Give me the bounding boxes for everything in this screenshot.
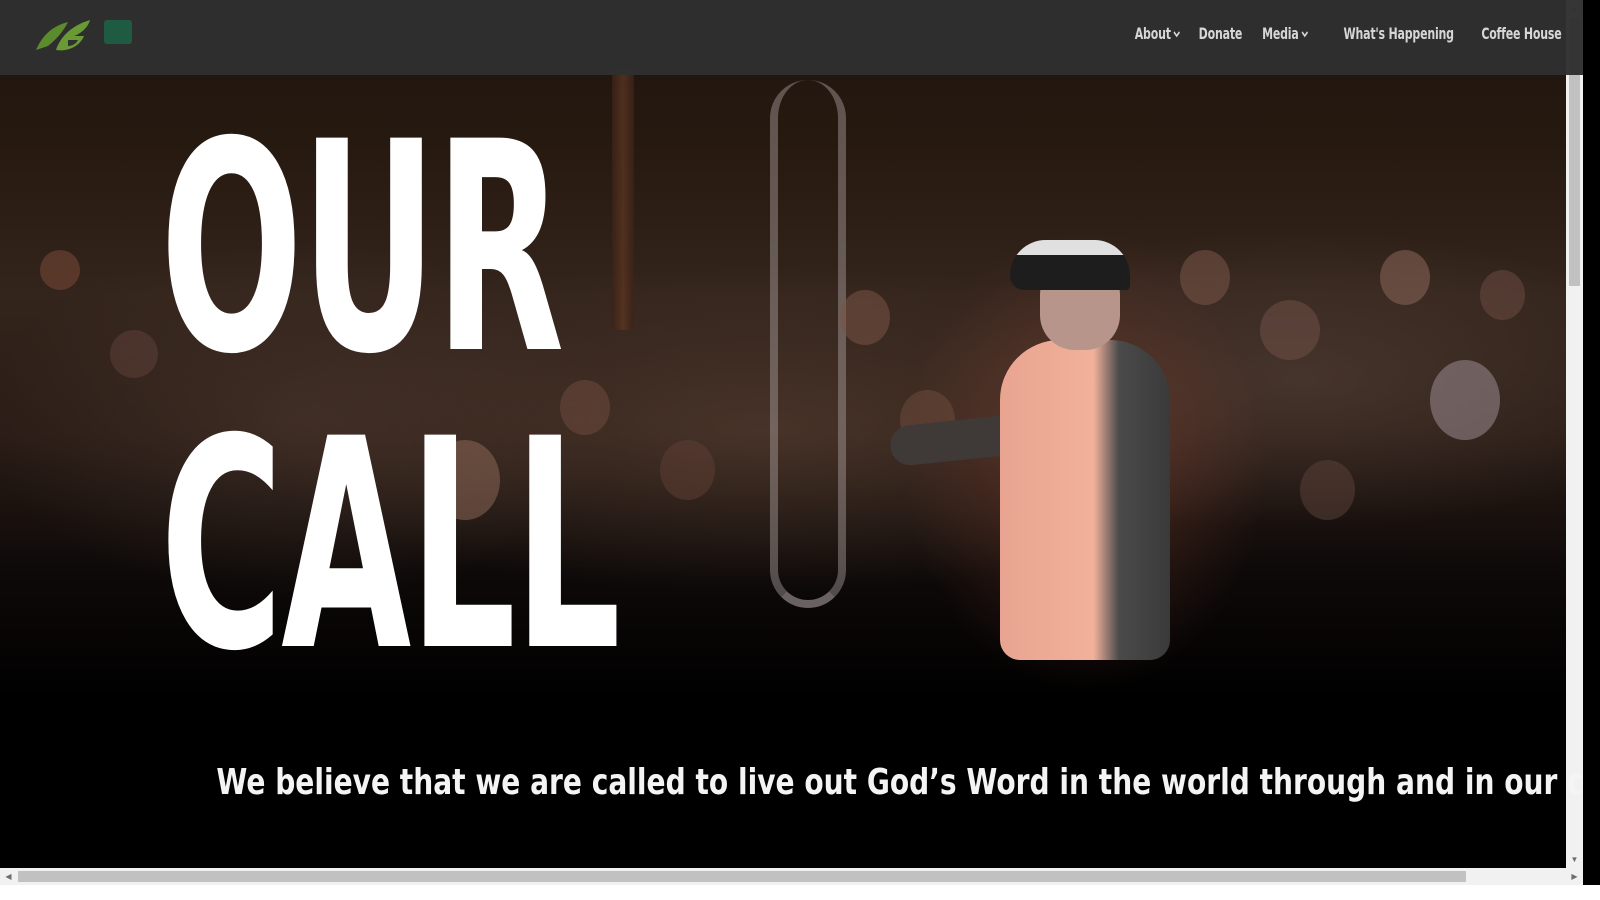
crowd-figure: [1430, 360, 1500, 440]
speaker-cap: [1010, 240, 1130, 290]
speaker-torso: [1000, 340, 1170, 660]
nav-media-label: Media: [1261, 24, 1298, 43]
scroll-left-arrow-icon[interactable]: ◀: [0, 868, 17, 885]
crowd-figure: [660, 440, 715, 500]
nav-about-label: About: [1134, 24, 1171, 43]
headline-line-1: OUR: [160, 81, 564, 418]
nav-donate-label: Donate: [1198, 24, 1243, 43]
crowd-figure: [1300, 460, 1355, 520]
tagline: We believe that we are called to live ou…: [0, 762, 1583, 803]
crowd-figure: [1380, 250, 1430, 305]
crowd-figure: [1480, 270, 1525, 320]
nav-about[interactable]: About: [1134, 24, 1180, 43]
rigging-hook: [770, 80, 846, 608]
nav-whats-happening-label: What's Happening: [1342, 24, 1454, 43]
crowd-figure: [1180, 250, 1230, 305]
crowd-figure: [1260, 300, 1320, 360]
horizontal-scroll-thumb[interactable]: [18, 871, 1466, 882]
main-nav: About Donate Media What's Happening Coff…: [1052, 24, 1561, 43]
horizontal-scrollbar[interactable]: ◀ ▶: [0, 868, 1583, 885]
scroll-down-arrow-icon[interactable]: ▼: [1566, 851, 1583, 868]
nav-media[interactable]: Media: [1261, 24, 1308, 43]
crowd-figure: [840, 290, 890, 345]
nav-whats-happening[interactable]: What's Happening: [1342, 24, 1454, 43]
top-navbar: About Donate Media What's Happening Coff…: [0, 0, 1583, 75]
nav-coffee-house-label: Coffee House: [1480, 24, 1561, 43]
nav-coffee-house[interactable]: Coffee House: [1481, 24, 1561, 43]
page-viewport: About Donate Media What's Happening Coff…: [0, 0, 1583, 868]
window-bottom-edge: [0, 885, 1600, 900]
chevron-down-icon: [1173, 30, 1180, 37]
scroll-right-arrow-icon[interactable]: ▶: [1566, 868, 1583, 885]
crowd-figure: [110, 330, 158, 378]
vertical-scrollbar[interactable]: ▲ ▼: [1566, 0, 1583, 868]
stage-pillar: [612, 70, 634, 330]
chevron-down-icon: [1300, 30, 1308, 37]
leaf-logo-icon[interactable]: [34, 16, 94, 54]
speaker-figure: [888, 240, 1170, 660]
crowd-figure: [40, 250, 80, 290]
nav-donate[interactable]: Donate: [1198, 24, 1243, 43]
logo-badge: [104, 20, 132, 44]
headline-line-2: CALL: [160, 378, 621, 715]
tagline-text: We believe that we are called to live ou…: [216, 762, 1583, 803]
